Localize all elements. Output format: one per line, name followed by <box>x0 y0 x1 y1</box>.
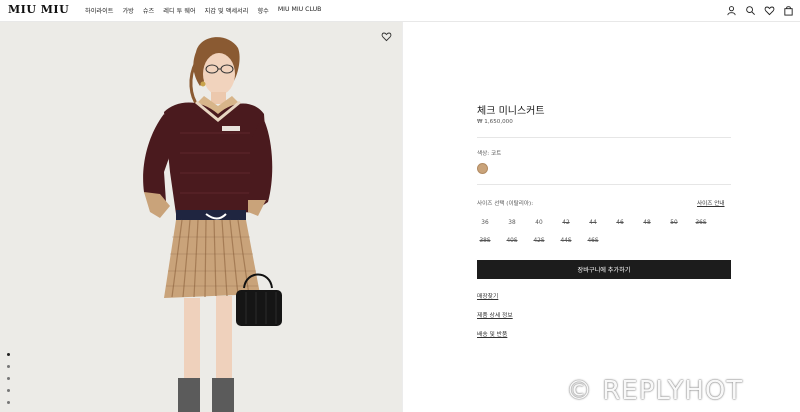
size-option: 46S <box>587 238 599 244</box>
size-option[interactable]: 38 <box>504 220 520 226</box>
color-swatch-selected[interactable] <box>477 163 488 174</box>
gallery-pagination <box>7 353 10 404</box>
size-option: 38S <box>479 238 491 244</box>
size-option: 50 <box>670 220 678 226</box>
nav-item-accessories[interactable]: 지갑 및 액세서리 <box>205 6 249 15</box>
nav-item-bags[interactable]: 가방 <box>122 6 133 15</box>
product-info-panel: 체크 미니스커트 ₩ 1,650,000 색상: 코트 사이즈 선택 (이탈리아… <box>402 22 800 412</box>
size-option: 42S <box>533 238 545 244</box>
user-icon[interactable] <box>726 5 737 16</box>
size-option[interactable]: 40 <box>531 220 547 226</box>
divider <box>477 184 731 185</box>
size-select-label: 사이즈 선택 (이탈리아): <box>477 201 534 207</box>
color-label: 색상: 코트 <box>477 151 502 157</box>
size-option: 36S <box>695 220 707 226</box>
gallery-dot[interactable] <box>7 353 10 356</box>
info-links: 매장찾기 제품 상세 정보 배송 및 반품 <box>477 291 513 338</box>
store-locator-link[interactable]: 매장찾기 <box>477 291 513 300</box>
top-header: MIU MIU 하이라이트 가방 슈즈 레디 투 웨어 지갑 및 액세서리 향수… <box>0 0 800 22</box>
shipping-returns-link[interactable]: 배송 및 반품 <box>477 329 513 338</box>
nav-item-highlights[interactable]: 하이라이트 <box>85 6 113 15</box>
size-option: 48 <box>643 220 651 226</box>
heart-icon[interactable] <box>764 5 775 16</box>
size-grid: 36 38 40 42 44 46 48 50 36S 38S 40S 42S 44S 46S <box>477 220 737 244</box>
size-option: 44S <box>560 238 572 244</box>
nav-item-miu-miu-club[interactable]: MIU MIU CLUB <box>278 6 322 15</box>
product-details-link[interactable]: 제품 상세 정보 <box>477 310 513 319</box>
header-icons <box>726 5 794 16</box>
product-photo <box>0 22 402 412</box>
size-option: 44 <box>589 220 597 226</box>
product-price: ₩ 1,650,000 <box>477 119 513 125</box>
svg-text:MIU MIU: MIU MIU <box>8 4 69 14</box>
main-nav: 하이라이트 가방 슈즈 레디 투 웨어 지갑 및 액세서리 향수 MIU MIU… <box>85 6 321 15</box>
size-option: 46 <box>616 220 624 226</box>
search-icon[interactable] <box>745 5 756 16</box>
brand-logo[interactable]: MIU MIU <box>8 3 70 17</box>
add-to-cart-button[interactable]: 장바구니에 추가하기 <box>477 260 731 279</box>
gallery-dot[interactable] <box>7 401 10 404</box>
wishlist-heart-icon[interactable] <box>381 31 392 42</box>
product-title: 체크 미니스커트 <box>477 106 545 117</box>
gallery-dot[interactable] <box>7 377 10 380</box>
bag-icon[interactable] <box>783 5 794 16</box>
size-option: 42 <box>562 220 570 226</box>
size-option: 40S <box>506 238 518 244</box>
gallery-dot[interactable] <box>7 389 10 392</box>
watermark-text: © REPLYHOT <box>566 376 744 406</box>
product-image-panel[interactable] <box>0 22 402 412</box>
divider <box>477 137 731 138</box>
gallery-dot[interactable] <box>7 365 10 368</box>
nav-item-ready-to-wear[interactable]: 레디 투 웨어 <box>163 6 195 15</box>
size-option[interactable]: 36 <box>477 220 493 226</box>
nav-item-fragrance[interactable]: 향수 <box>257 6 268 15</box>
nav-item-shoes[interactable]: 슈즈 <box>143 6 154 15</box>
size-guide-link[interactable]: 사이즈 안내 <box>697 199 725 207</box>
